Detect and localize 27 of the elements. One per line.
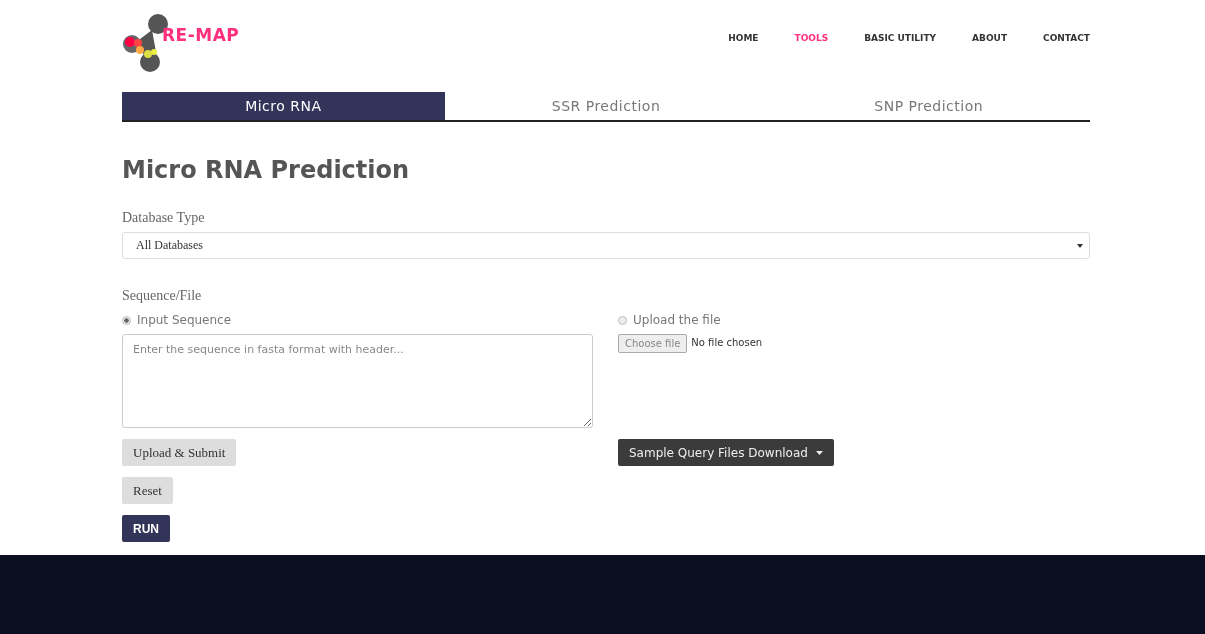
radio-label: Input Sequence <box>137 313 232 327</box>
upload-submit-button[interactable]: Upload & Submit <box>122 439 237 466</box>
run-button[interactable]: RUN <box>122 515 170 542</box>
radio-option[interactable]: Upload the file <box>618 312 1090 328</box>
radio-option[interactable]: Input Sequence <box>122 312 593 328</box>
file-status: No file chosen <box>691 337 763 348</box>
field-label: Sequence/File <box>122 288 203 304</box>
sample-download-button[interactable]: Sample Query Files Download <box>618 439 834 466</box>
radio-button[interactable] <box>122 315 131 325</box>
nav-link[interactable]: HOME <box>728 33 759 43</box>
radio-label: Upload the file <box>633 313 721 327</box>
caret-icon <box>1077 243 1083 248</box>
radio-button[interactable] <box>618 315 627 325</box>
tab[interactable]: SSR Prediction <box>444 92 768 120</box>
nav-link[interactable]: BASIC UTILITY <box>864 33 937 43</box>
tab[interactable]: SNP Prediction <box>767 92 1090 120</box>
sequence-field[interactable]: Enter the sequence in fasta format with header... <box>122 334 593 428</box>
nav-link[interactable]: CONTACT <box>1043 33 1090 43</box>
database-select[interactable]: All Databases <box>122 232 1090 259</box>
field-label: Database Type <box>122 210 206 226</box>
caret-icon <box>815 450 823 455</box>
nav-link[interactable]: ABOUT <box>972 33 1008 43</box>
reset-button[interactable]: Reset <box>122 477 173 504</box>
nav-link[interactable]: TOOLS <box>794 33 829 43</box>
page-heading: Micro RNA Prediction <box>122 156 411 184</box>
logo-text: RE-MAP <box>162 25 240 45</box>
tab[interactable]: Micro RNA <box>122 92 445 120</box>
